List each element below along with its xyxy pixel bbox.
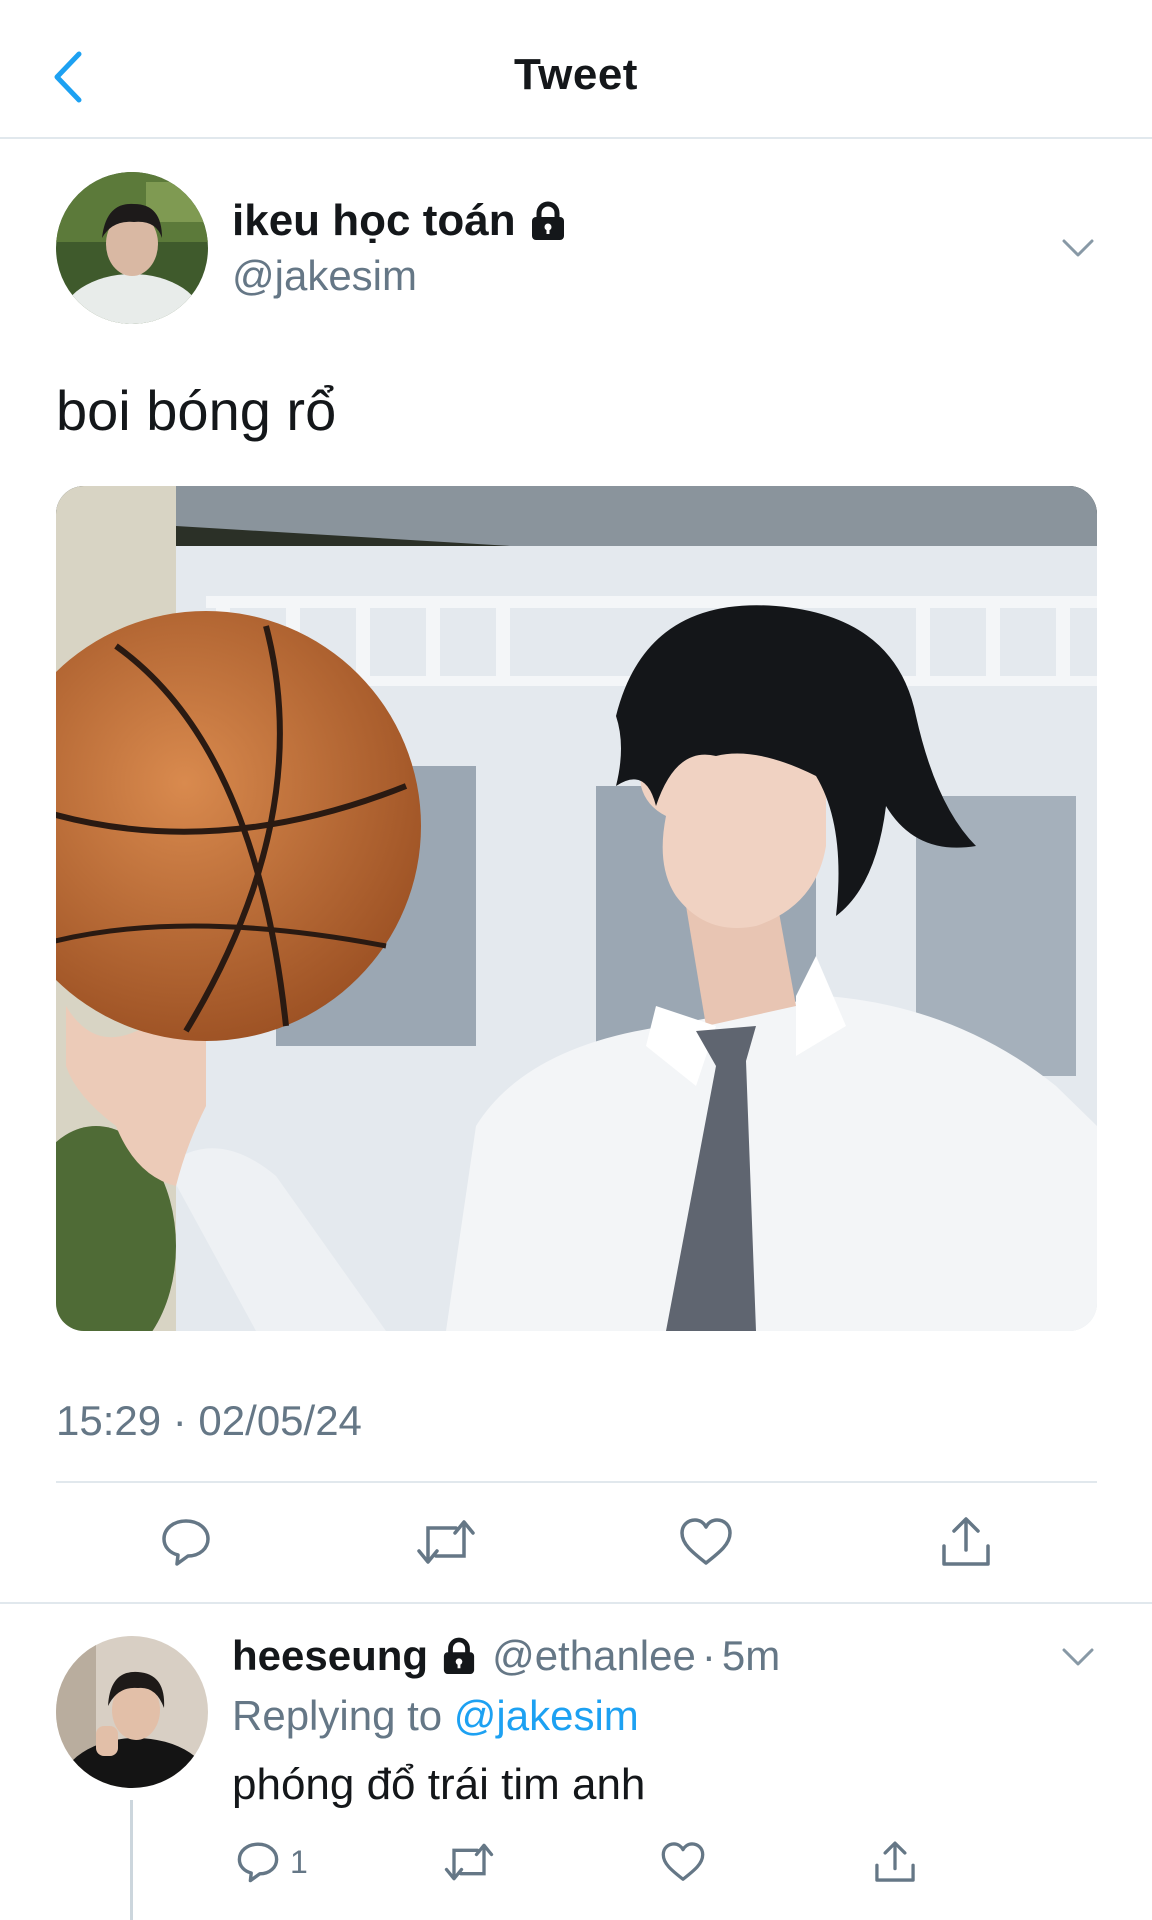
separator-dot: ·	[701, 1632, 716, 1679]
author-handle[interactable]: @jakesim	[232, 252, 417, 300]
author-name[interactable]: ikeu học toán	[232, 196, 566, 246]
tweet-timestamp[interactable]: 15:29 · 02/05/24	[56, 1397, 362, 1445]
reply-text: phóng đổ trái tim anh	[232, 1760, 646, 1809]
tweet-text: boi bóng rổ	[56, 379, 337, 442]
like-icon	[680, 1518, 732, 1565]
reply-time[interactable]: 5m	[722, 1632, 780, 1680]
reply-header: heeseung @ethanlee · 5m	[232, 1632, 780, 1680]
share-button[interactable]	[934, 1511, 998, 1573]
reply-handle[interactable]: @ethanlee	[492, 1632, 696, 1680]
share-icon	[942, 1517, 990, 1566]
lock-icon	[443, 1637, 475, 1674]
reply-icon	[237, 1842, 279, 1883]
reply-share-button[interactable]	[872, 1834, 918, 1890]
reply-avatar[interactable]	[56, 1636, 208, 1788]
replying-prefix: Replying to	[232, 1692, 443, 1739]
reply-retweet-button[interactable]	[444, 1834, 494, 1890]
reply-button[interactable]	[154, 1511, 218, 1573]
reply-reply-button[interactable]: 1	[236, 1834, 308, 1890]
divider	[56, 1481, 1097, 1483]
retweet-icon	[417, 1520, 475, 1564]
thread-connector	[130, 1800, 133, 1920]
reply-options-button[interactable]	[1052, 1637, 1104, 1677]
author-display-name: ikeu học toán	[232, 196, 516, 245]
retweet-button[interactable]	[414, 1511, 478, 1573]
tweet-options-button[interactable]	[1052, 228, 1104, 268]
like-button[interactable]	[674, 1511, 738, 1573]
replying-to: Replying to @jakesim	[232, 1692, 639, 1740]
retweet-icon	[444, 1843, 494, 1881]
lock-icon	[531, 201, 564, 240]
share-icon	[875, 1841, 915, 1882]
chevron-down-icon	[1062, 239, 1094, 257]
reply-icon	[162, 1519, 210, 1566]
tweet-photo[interactable]	[56, 486, 1097, 1331]
nav-header: Tweet	[0, 0, 1152, 139]
divider	[0, 1602, 1152, 1604]
replying-handle-link[interactable]: @jakesim	[454, 1692, 639, 1739]
reply-like-button[interactable]	[660, 1834, 706, 1890]
page-title: Tweet	[514, 50, 638, 99]
chevron-down-icon	[1062, 1648, 1094, 1666]
reply-display-name[interactable]: heeseung	[232, 1632, 428, 1680]
avatar[interactable]	[56, 172, 208, 324]
like-icon	[661, 1842, 705, 1881]
reply-count: 1	[290, 1843, 308, 1880]
tweet-detail-screen: Tweet ikeu học toán @jakesim boi bóng rổ	[0, 0, 1152, 1920]
